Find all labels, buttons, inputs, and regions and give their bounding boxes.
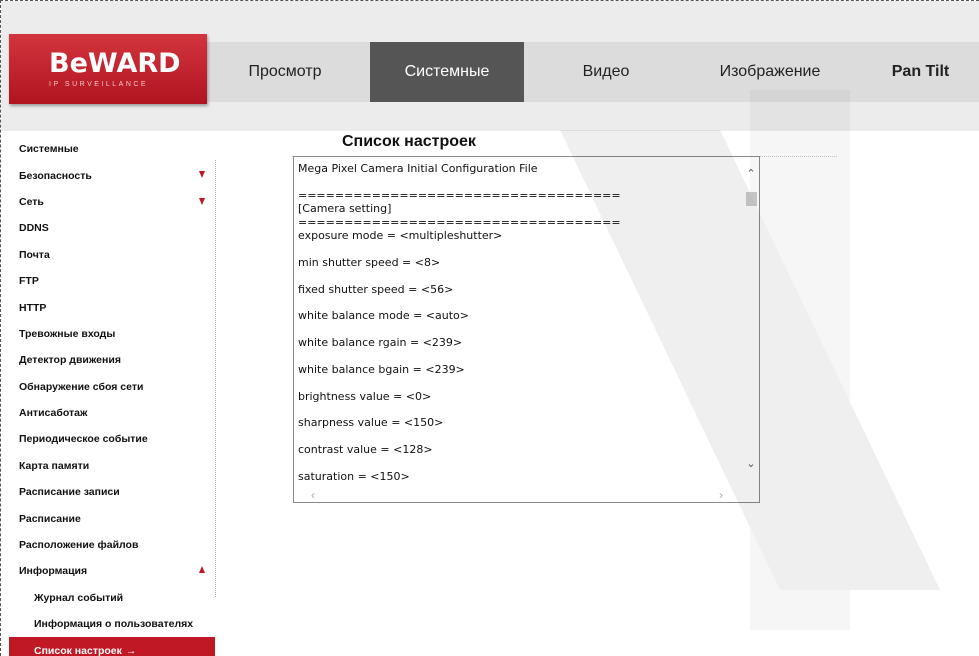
sidebar-item-recording-schedule[interactable]: Расписание записи: [9, 479, 215, 505]
settings-list-textarea[interactable]: Mega Pixel Camera Initial Configuration …: [293, 156, 760, 503]
chevron-down-icon[interactable]: ⌄: [745, 459, 757, 470]
sidebar-item-ddns[interactable]: DDNS: [9, 215, 215, 241]
config-line: min shutter speed = <8>: [298, 255, 441, 269]
beward-logo[interactable]: BeWARD IP SURVEILLANCE: [9, 34, 207, 104]
config-line: contrast value = <128>: [298, 443, 433, 457]
tab-video[interactable]: Видео: [530, 42, 682, 102]
sidebar-item-alarm-inputs[interactable]: Тревожные входы: [9, 321, 215, 347]
sidebar-item-tamper[interactable]: Антисаботаж: [9, 400, 215, 426]
sidebar-item-file-location[interactable]: Расположение файлов: [9, 532, 215, 558]
sidebar-item-security[interactable]: Безопасность: [9, 162, 215, 188]
expand-arrow-icon: [199, 197, 205, 205]
sidebar-item-motion-detection[interactable]: Детектор движения: [9, 347, 215, 373]
config-line: [Camera setting]: [298, 202, 392, 216]
sidebar-item-http[interactable]: HTTP: [9, 294, 215, 320]
chevron-left-icon[interactable]: ‹: [311, 488, 315, 502]
sidebar-item-ftp[interactable]: FTP: [9, 268, 215, 294]
config-text: Mega Pixel Camera Initial Configuration …: [298, 162, 744, 483]
sidebar-divider: [215, 160, 216, 597]
config-line: exposure mode = <multipleshutter>: [298, 228, 503, 242]
page-title: Список настроек: [342, 133, 476, 150]
config-line: sharpness value = <150>: [298, 416, 444, 430]
chevron-right-icon[interactable]: ›: [719, 488, 723, 502]
sidebar-item-information[interactable]: Информация: [9, 558, 215, 584]
arrow-right-icon: →: [125, 644, 137, 656]
chevron-up-icon[interactable]: ⌃: [745, 169, 757, 180]
sidebar-item-schedule[interactable]: Расписание: [9, 505, 215, 531]
sidebar-item-mail[interactable]: Почта: [9, 242, 215, 268]
logo-subtitle: IP SURVEILLANCE: [49, 81, 149, 88]
sidebar-item-settings-list[interactable]: Список настроек →: [9, 637, 215, 656]
config-line: white balance rgain = <239>: [298, 336, 463, 350]
collapse-arrow-icon: [199, 566, 205, 574]
sidebar-item-user-info[interactable]: Информация о пользователях: [9, 611, 215, 637]
tab-pan-tilt[interactable]: Pan Tilt: [862, 42, 979, 102]
sidebar: Системные Безопасность Сеть DDNS Почта F…: [9, 136, 215, 656]
tab-view[interactable]: Просмотр: [206, 42, 364, 102]
sidebar-item-periodic-event[interactable]: Периодическое событие: [9, 426, 215, 452]
config-line: ===================================: [298, 188, 621, 202]
config-line: brightness value = <0>: [298, 389, 432, 403]
config-line: white balance mode = <auto>: [298, 309, 469, 323]
expand-arrow-icon: [199, 171, 205, 179]
horizontal-scrollbar[interactable]: ‹ ›: [294, 487, 759, 502]
sidebar-item-network[interactable]: Сеть: [9, 189, 215, 215]
config-line: ===================================: [298, 215, 621, 229]
sidebar-item-system[interactable]: Системные: [9, 136, 215, 162]
tab-system[interactable]: Системные: [370, 42, 524, 102]
sidebar-item-memory-card[interactable]: Карта памяти: [9, 453, 215, 479]
config-line: white balance bgain = <239>: [298, 362, 465, 376]
scrollbar-thumb[interactable]: [746, 192, 757, 206]
sidebar-item-event-log[interactable]: Журнал событий: [9, 585, 215, 611]
tab-image[interactable]: Изображение: [690, 42, 850, 102]
config-line: Mega Pixel Camera Initial Configuration …: [298, 162, 538, 175]
config-line: saturation = <150>: [298, 469, 410, 483]
logo-text: BeWARD: [49, 48, 181, 79]
vertical-scrollbar[interactable]: ⌃ ⌄: [743, 157, 759, 488]
sidebar-item-network-failure[interactable]: Обнаружение сбоя сети: [9, 374, 215, 400]
config-line: fixed shutter speed = <56>: [298, 282, 454, 296]
